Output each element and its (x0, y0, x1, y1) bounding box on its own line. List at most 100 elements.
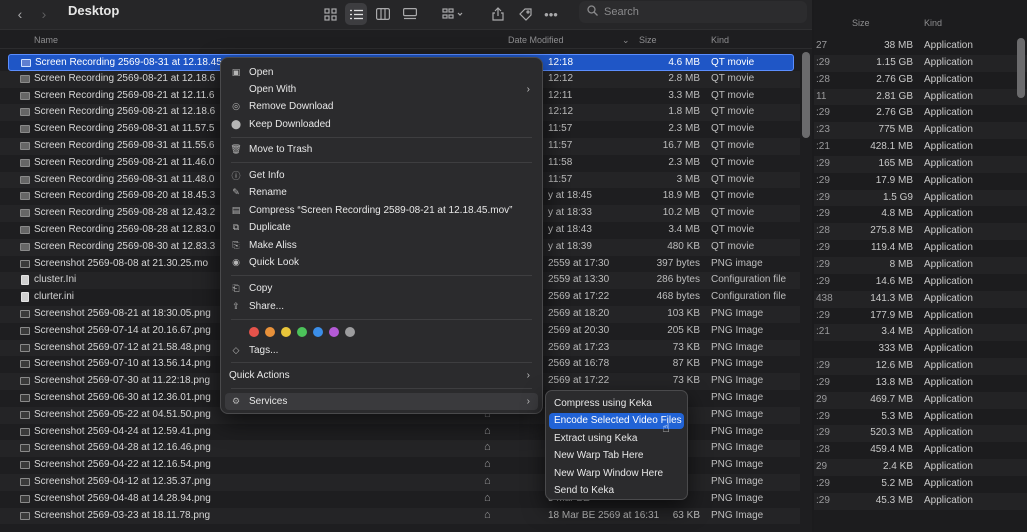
app-row[interactable]: 29 469.7 MB Application (814, 391, 1027, 409)
menu-open-with-label: Open With (249, 84, 297, 95)
file-date: y at 18:43 (548, 223, 592, 235)
menu-compress[interactable]: ▤ Compress “Screen Recording 2589-08-21 a… (225, 202, 538, 219)
app-row[interactable]: :29 17.9 MB Application (814, 173, 1027, 190)
app-row[interactable]: :28 2.76 GB Application (814, 72, 1027, 89)
app-row[interactable]: :29 1.5 G9 Application (814, 189, 1027, 207)
app-row[interactable]: 333 MB Application (814, 341, 1027, 358)
app-row[interactable]: :21 3.4 MB Application (814, 324, 1027, 342)
app-row[interactable]: :29 520.3 MB Application (814, 425, 1027, 443)
file-size: 3.3 MB (668, 89, 700, 101)
services-item[interactable]: New Warp Window Here (549, 465, 684, 481)
list-view-icon[interactable] (345, 3, 367, 25)
services-item[interactable]: Send to Keka (549, 483, 684, 499)
column-date-modified[interactable]: Date Modified (508, 35, 564, 45)
app-size: 17.9 MB (875, 174, 913, 186)
tag-color-dot[interactable] (329, 327, 339, 337)
app-row[interactable]: :29 165 MB Application (814, 155, 1027, 173)
image-file-icon (20, 427, 30, 436)
app-row[interactable]: :29 4.8 MB Application (814, 206, 1027, 223)
app-row[interactable]: :29 1.15 GB Application (814, 54, 1027, 72)
group-by-icon[interactable] (440, 3, 466, 25)
menu-share-label: Share... (249, 301, 285, 312)
services-item[interactable]: New Warp Tab Here (549, 448, 684, 464)
menu-keep-downloaded[interactable]: ⬤ Keep Downloaded (225, 116, 538, 133)
file-kind: PNG Image (711, 442, 764, 454)
file-date: 2569 at 17:23 (548, 341, 610, 353)
app-kind: Application (924, 157, 973, 169)
app-row[interactable]: 11 2.81 GB Application (814, 88, 1027, 106)
right-scrollbar[interactable] (1017, 38, 1025, 98)
tag-color-dot[interactable] (313, 327, 323, 337)
app-date: :21 (816, 141, 830, 153)
file-row[interactable]: Screenshot 2569-03-23 at 18.11.78.png ⌂ 18… (0, 507, 800, 525)
app-date: :29 (816, 174, 830, 186)
menu-make-alias[interactable]: ⎘ Make Aliss (225, 237, 538, 254)
menu-quick-look[interactable]: ◉ Quick Look (225, 254, 538, 271)
app-date: :29 (816, 494, 830, 506)
file-name: Screen Recording 2569-08-31 at 11.57.5 (34, 123, 215, 135)
app-row[interactable]: :23 775 MB Application (814, 122, 1027, 140)
app-row[interactable]: :21 428.1 MB Application (814, 139, 1027, 156)
back-icon[interactable]: ‹ (12, 3, 28, 25)
menu-move-to-trash[interactable]: 🗑 Move to Trash (225, 141, 538, 158)
more-actions-icon[interactable]: ••• (541, 3, 561, 25)
file-name: Screenshot 2569-05-22 at 04.51.50.png (34, 408, 211, 420)
file-name: Screenshot 2569-07-12 at 21.58.48.png (34, 341, 211, 353)
tag-color-dot[interactable] (345, 327, 355, 337)
column-kind[interactable]: Kind (711, 35, 729, 45)
share-icon[interactable] (488, 3, 508, 25)
menu-quick-actions[interactable]: Quick Actions › (225, 367, 538, 384)
search-field[interactable]: Search (579, 1, 807, 23)
tag-color-dot[interactable] (281, 327, 291, 337)
services-item[interactable]: Compress using Keka (549, 395, 684, 411)
menu-open-with[interactable]: Open With › (225, 81, 538, 98)
menu-tags[interactable]: ◇ Tags... (225, 342, 538, 359)
app-row[interactable]: :29 2.76 GB Application (814, 105, 1027, 122)
tag-color-dot[interactable] (297, 327, 307, 337)
menu-share[interactable]: ⇪ Share... (225, 298, 538, 315)
app-row[interactable]: :29 177.9 MB Application (814, 308, 1027, 325)
tag-icon[interactable] (515, 3, 535, 25)
app-row[interactable]: :29 45.3 MB Application (814, 492, 1027, 510)
app-date: 11 (816, 90, 827, 102)
app-row[interactable]: :29 12.6 MB Application (814, 358, 1027, 375)
column-view-icon[interactable] (373, 3, 393, 25)
menu-keep-downloaded-label: Keep Downloaded (249, 119, 331, 130)
tag-color-dot[interactable] (249, 327, 259, 337)
pointer-cursor-icon: ☝ (662, 420, 670, 435)
app-row[interactable]: :28 275.8 MB Application (814, 223, 1027, 241)
app-row[interactable]: :29 5.3 MB Application (814, 409, 1027, 426)
column-name[interactable]: Name (34, 35, 58, 45)
app-row[interactable]: :29 5.2 MB Application (814, 476, 1027, 493)
menu-open[interactable]: ▣ Open (225, 64, 538, 81)
app-kind: Application (924, 275, 973, 287)
menu-remove-download[interactable]: ◎ Remove Download (225, 98, 538, 115)
menu-services[interactable]: ⚙ Services › (225, 393, 538, 410)
app-row[interactable]: :29 13.8 MB Application (814, 375, 1027, 392)
forward-icon[interactable]: › (36, 3, 52, 25)
icon-view-icon[interactable] (320, 3, 340, 25)
menu-copy[interactable]: ⎗ Copy (225, 280, 538, 297)
image-file-icon (20, 326, 30, 335)
app-row[interactable]: :29 8 MB Application (814, 256, 1027, 274)
right-column-kind[interactable]: Kind (924, 18, 942, 28)
app-row[interactable]: 438 141.3 MB Application (814, 290, 1027, 308)
right-column-size[interactable]: Size (852, 18, 870, 28)
app-row[interactable]: :29 119.4 MB Application (814, 240, 1027, 257)
menu-get-info[interactable]: ⓘ Get Info (225, 167, 538, 184)
cloud-download-icon: ⌂ (484, 474, 491, 487)
gallery-view-icon[interactable] (400, 3, 420, 25)
app-row[interactable]: 29 2.4 KB Application (814, 459, 1027, 476)
tag-color-dot[interactable] (265, 327, 275, 337)
file-date: 2559 at 17:30 (548, 257, 610, 269)
app-row[interactable]: :28 459.4 MB Application (814, 442, 1027, 459)
app-kind: Application (924, 225, 973, 237)
scrollbar[interactable] (802, 52, 810, 138)
app-row[interactable]: :29 14.6 MB Application (814, 274, 1027, 291)
menu-duplicate[interactable]: ⧉ Duplicate (225, 219, 538, 236)
column-size[interactable]: Size (639, 35, 657, 45)
app-row[interactable]: 27 38 MB Application (814, 38, 1027, 55)
app-date: :28 (816, 225, 830, 237)
menu-rename[interactable]: ✎ Rename (225, 184, 538, 201)
file-name: Screenshot 2569-04-12 at 12.35.37.png (34, 475, 211, 487)
